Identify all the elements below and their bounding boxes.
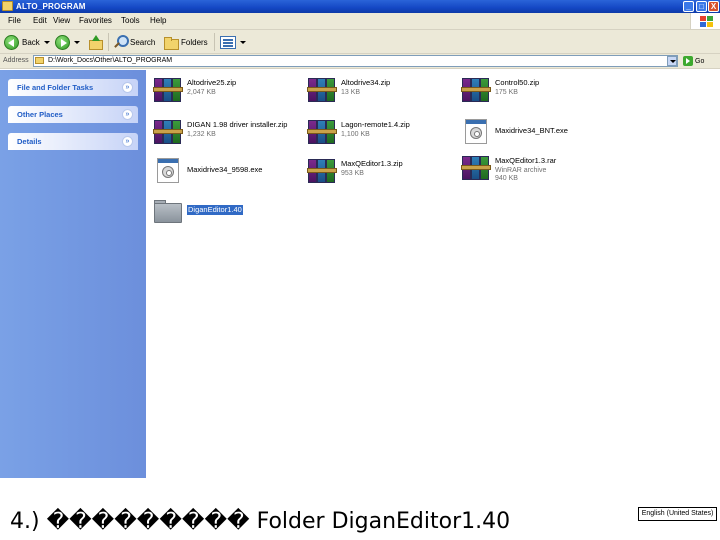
panel-other-places[interactable]: Other Places »: [8, 106, 138, 123]
panel-title: File and Folder Tasks: [17, 83, 94, 92]
address-dropdown-button[interactable]: [667, 56, 677, 66]
go-label: Go: [695, 57, 705, 65]
explorer-window: ALTO_PROGRAM _ □ X File Edit View Favori…: [0, 0, 720, 478]
panel-title: Details: [17, 137, 42, 146]
folders-button[interactable]: Folders: [164, 33, 208, 51]
search-icon: [113, 35, 129, 49]
folders-label: Folders: [181, 37, 208, 47]
installer-exe-icon: [461, 116, 491, 146]
menu-edit[interactable]: Edit: [33, 16, 47, 26]
file-size: 953 KB: [341, 170, 364, 177]
file-size: 2,047 KB: [187, 89, 216, 96]
file-name: Maxidrive34_9598.exe: [187, 165, 263, 174]
folder-icon: [153, 195, 183, 225]
file-name: Control50.zip: [495, 78, 540, 87]
file-size: 940 KB: [495, 175, 518, 182]
go-arrow-icon: [683, 56, 693, 66]
menu-view[interactable]: View: [53, 16, 70, 26]
menu-tools[interactable]: Tools: [121, 16, 140, 26]
file-name: Altodrive25.zip: [187, 78, 237, 87]
rar-archive-icon: [461, 74, 491, 104]
forward-arrow-icon: [55, 34, 70, 50]
windows-logo-icon: [690, 13, 720, 29]
toolbar: Back Search Folders: [0, 30, 720, 54]
rar-archive-icon: [153, 116, 183, 146]
title-bar: ALTO_PROGRAM _ □ X: [0, 0, 720, 13]
views-icon: [220, 35, 236, 49]
file-name: Lagon-remote1.4.zip: [341, 120, 410, 129]
go-button[interactable]: Go: [683, 55, 704, 67]
toolbar-separator: [108, 33, 109, 51]
back-label: Back: [22, 37, 40, 47]
search-label: Search: [130, 37, 156, 47]
rar-archive-icon: [461, 152, 491, 182]
back-arrow-icon: [4, 34, 19, 50]
folders-icon: [164, 36, 179, 50]
search-button[interactable]: Search: [113, 33, 155, 51]
panel-details[interactable]: Details »: [8, 133, 138, 150]
panel-file-folder-tasks[interactable]: File and Folder Tasks »: [8, 79, 138, 96]
maximize-button[interactable]: □: [696, 1, 707, 12]
slide-caption: 4.) ��������� Folder DiganEditor1.40: [10, 509, 511, 534]
file-size: 175 KB: [495, 89, 518, 96]
file-name: DIGAN 1.98 driver installer.zip: [187, 120, 288, 129]
views-button[interactable]: [220, 33, 246, 51]
rar-archive-icon: [307, 116, 337, 146]
panel-title: Other Places: [17, 110, 63, 119]
address-input[interactable]: D:\Work_Docs\Other\ALTO_PROGRAM: [33, 55, 678, 67]
up-button[interactable]: [88, 33, 103, 51]
chevron-collapse-icon[interactable]: »: [122, 136, 133, 147]
window-title: ALTO_PROGRAM: [16, 2, 86, 11]
menu-favorites[interactable]: Favorites: [79, 16, 112, 26]
chevron-down-icon[interactable]: [240, 40, 246, 44]
address-label: Address: [3, 57, 29, 64]
language-indicator[interactable]: English (United States): [638, 507, 717, 521]
menu-bar: File Edit View Favorites Tools Help: [0, 13, 720, 30]
rar-archive-icon: [153, 74, 183, 104]
file-size: 1,232 KB: [187, 131, 216, 138]
chevron-collapse-icon[interactable]: »: [122, 82, 133, 93]
close-button[interactable]: X: [708, 1, 719, 12]
file-size: 1,100 KB: [341, 131, 370, 138]
task-pane: File and Folder Tasks » Other Places » D…: [0, 70, 146, 478]
file-name: Maxidrive34_BNT.exe: [495, 126, 568, 135]
minimize-button[interactable]: _: [683, 1, 694, 12]
address-bar: Address D:\Work_Docs\Other\ALTO_PROGRAM …: [0, 54, 720, 69]
rar-archive-icon: [307, 155, 337, 185]
forward-button[interactable]: [55, 33, 80, 51]
menu-help[interactable]: Help: [150, 16, 166, 26]
chevron-down-icon[interactable]: [43, 40, 50, 44]
menu-file[interactable]: File: [8, 16, 21, 26]
installer-exe-icon: [153, 155, 183, 185]
folder-icon: [2, 1, 13, 11]
folder-name: DiganEditor1.40: [187, 205, 243, 215]
folder-up-icon: [88, 35, 103, 50]
back-button[interactable]: Back: [4, 33, 50, 51]
file-size: 13 KB: [341, 89, 361, 96]
toolbar-separator: [214, 33, 215, 51]
chevron-down-icon[interactable]: [74, 40, 80, 44]
rar-archive-icon: [307, 74, 337, 104]
file-name: MaxQEditor1.3.zip: [341, 159, 403, 168]
chevron-collapse-icon[interactable]: »: [122, 109, 133, 120]
folder-icon: [35, 57, 44, 64]
file-name: MaxQEditor1.3.rar: [495, 156, 557, 165]
file-name: Altodrive34.zip: [341, 78, 391, 87]
